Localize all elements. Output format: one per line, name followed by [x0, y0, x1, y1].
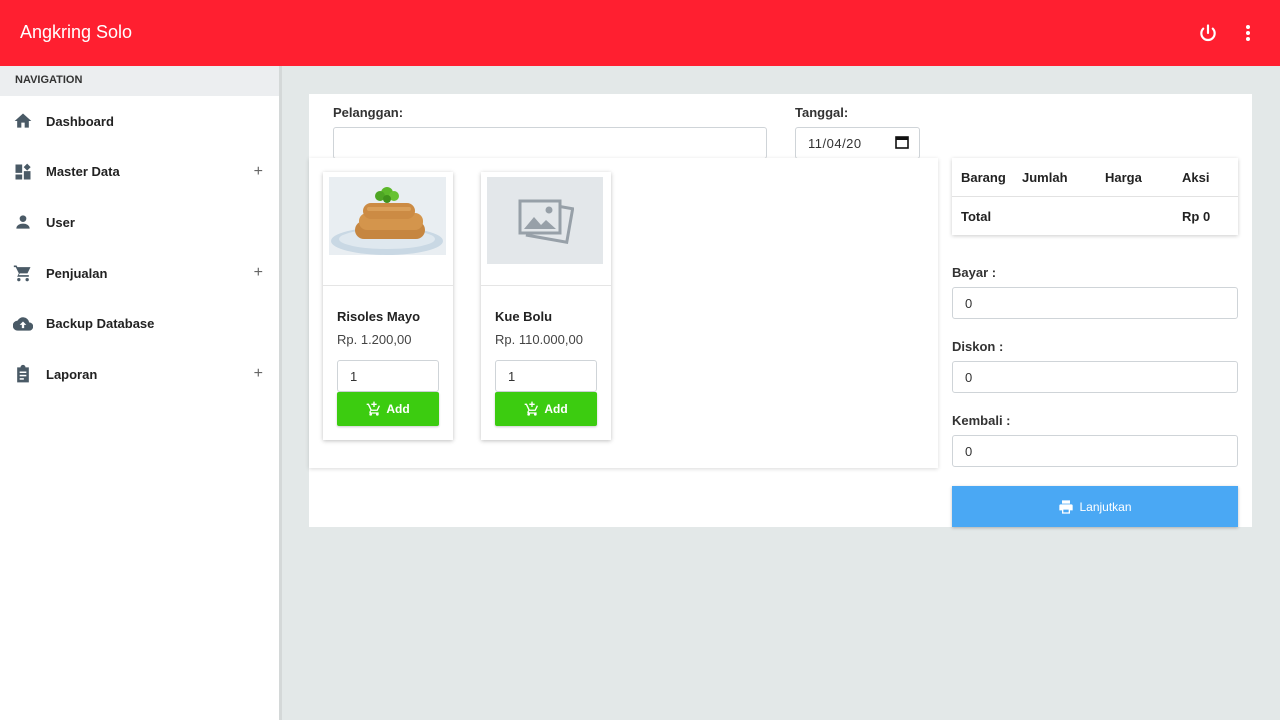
- add-to-cart-button[interactable]: Add: [337, 392, 439, 426]
- app-title: Angkring Solo: [20, 22, 133, 42]
- sidebar-item-label: Dashboard: [46, 113, 114, 129]
- date-label: Tanggal:: [795, 105, 849, 120]
- quantity-input[interactable]: 1: [337, 360, 439, 392]
- product-name: Risoles Mayo: [337, 309, 421, 324]
- product-price: Rp. 110.000,00: [495, 332, 583, 347]
- sidebar-item-dashboard[interactable]: Dashboard: [0, 96, 279, 147]
- cart-total-row: Total Rp 0: [952, 196, 1238, 234]
- product-price: Rp. 1.200,00: [337, 332, 412, 347]
- placeholder-image-icon: [487, 177, 603, 264]
- sidebar-item-label: Penjualan: [46, 265, 108, 281]
- sidebar-item-label: Master Data: [46, 164, 120, 180]
- total-value: Rp 0: [1182, 209, 1211, 224]
- more-vert-icon[interactable]: [1236, 20, 1260, 46]
- add-to-cart-button[interactable]: Add: [495, 392, 597, 426]
- sidebar: NAVIGATION Dashboard Master Data + User …: [0, 66, 282, 720]
- dashboard-icon: [13, 162, 33, 182]
- print-icon: [1059, 499, 1074, 514]
- sidebar-item-label: Laporan: [46, 366, 98, 382]
- add-button-label: Add: [544, 402, 568, 416]
- product-image-area: [481, 172, 611, 286]
- kembali-label: Kembali :: [952, 413, 1011, 428]
- lanjutkan-label: Lanjutkan: [1079, 499, 1132, 514]
- cloud-upload-icon: [13, 314, 33, 334]
- column-header: Harga: [1105, 170, 1142, 185]
- kembali-input[interactable]: 0: [952, 435, 1238, 467]
- add-cart-icon: [524, 401, 539, 416]
- bayar-input[interactable]: 0: [952, 287, 1238, 319]
- sidebar-item-master-data[interactable]: Master Data +: [0, 147, 279, 198]
- risoles-photo: [329, 177, 446, 255]
- expand-plus-icon[interactable]: +: [254, 163, 263, 181]
- column-header: Barang: [961, 170, 1006, 185]
- product-name: Kue Bolu: [495, 309, 553, 324]
- sidebar-item-backup-database[interactable]: Backup Database: [0, 298, 279, 349]
- sidebar-item-penjualan[interactable]: Penjualan +: [0, 248, 279, 299]
- clipboard-icon: [13, 364, 33, 384]
- total-label: Total: [961, 209, 992, 224]
- expand-plus-icon[interactable]: +: [254, 365, 263, 383]
- diskon-input[interactable]: 0: [952, 361, 1238, 393]
- column-header: Aksi: [1182, 170, 1210, 185]
- nav-header: NAVIGATION: [0, 66, 279, 96]
- product-card: Risoles Mayo Rp. 1.200,00 1 Add: [323, 172, 453, 440]
- top-app-bar: Angkring Solo: [0, 0, 1280, 66]
- sidebar-item-laporan[interactable]: Laporan +: [0, 349, 279, 400]
- date-value: 11/04/20: [808, 135, 862, 151]
- lanjutkan-button[interactable]: Lanjutkan: [952, 486, 1238, 527]
- home-icon: [13, 111, 33, 131]
- column-header: Jumlah: [1022, 170, 1068, 185]
- cart-header-row: Barang Jumlah Harga Aksi: [952, 158, 1238, 196]
- customer-input[interactable]: [333, 127, 767, 159]
- add-button-label: Add: [386, 402, 410, 416]
- cart-table: Barang Jumlah Harga Aksi Total Rp 0: [952, 158, 1238, 235]
- calendar-icon[interactable]: [895, 135, 909, 152]
- sidebar-item-user[interactable]: User: [0, 197, 279, 248]
- add-cart-icon: [366, 401, 381, 416]
- customer-label: Pelanggan:: [333, 105, 404, 120]
- user-icon: [13, 212, 33, 232]
- product-card: Kue Bolu Rp. 110.000,00 1 Add: [481, 172, 611, 440]
- product-grid: Risoles Mayo Rp. 1.200,00 1 Add Kue Bolu…: [309, 158, 938, 468]
- sidebar-item-label: User: [46, 214, 75, 230]
- sidebar-item-label: Backup Database: [46, 316, 155, 332]
- bayar-label: Bayar :: [952, 265, 997, 280]
- quantity-input[interactable]: 1: [495, 360, 597, 392]
- product-image-area: [323, 172, 453, 286]
- cart-icon: [13, 263, 33, 283]
- power-icon[interactable]: [1196, 20, 1220, 46]
- expand-plus-icon[interactable]: +: [254, 264, 263, 282]
- diskon-label: Diskon :: [952, 339, 1004, 354]
- date-input[interactable]: 11/04/20: [795, 127, 920, 159]
